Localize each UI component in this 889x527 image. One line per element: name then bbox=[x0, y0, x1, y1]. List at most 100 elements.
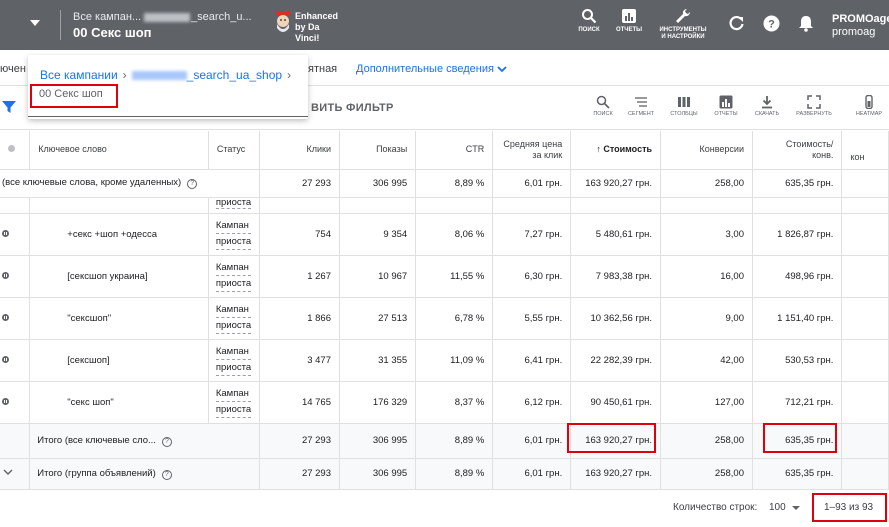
status-text[interactable]: Кампан bbox=[215, 260, 252, 276]
header-breadcrumb[interactable]: Все кампан... _search_u... bbox=[73, 11, 252, 23]
status-text[interactable]: приоста bbox=[215, 360, 252, 376]
status-text[interactable]: приоста bbox=[215, 402, 252, 418]
cell-avg-cpc: 7,27 грн. bbox=[492, 213, 572, 256]
tool-columns[interactable]: столбцы bbox=[667, 95, 701, 117]
tool-reports[interactable]: отчеты bbox=[711, 95, 741, 117]
total-all-label-text: (все ключевые слова, кроме удаленных) bbox=[2, 177, 182, 188]
expand-cell[interactable] bbox=[0, 458, 31, 490]
extension-name-line: Vinci! bbox=[295, 33, 320, 43]
cell-cost: 163 920,27 грн. bbox=[570, 458, 662, 490]
filter-funnel-icon[interactable] bbox=[2, 100, 16, 114]
cell-avg-cpc: 5,55 грн. bbox=[492, 297, 572, 340]
tool-heatmap[interactable]: heatmap bbox=[850, 95, 888, 117]
cell-conversions bbox=[660, 197, 753, 214]
col-header-cost-conv[interactable]: Стоимость/конв. bbox=[752, 131, 843, 170]
status-text[interactable]: Кампан bbox=[215, 302, 252, 318]
tool-expand[interactable]: развернуть bbox=[794, 95, 834, 117]
dropdown-caret-icon[interactable] bbox=[792, 506, 800, 510]
cell-cost-conv: 635,35 грн. bbox=[752, 169, 843, 198]
subnav-tab-fragment[interactable]: ятная bbox=[308, 63, 337, 75]
cell-clicks: 1 866 bbox=[259, 297, 340, 340]
more-details-toggle[interactable]: Дополнительные сведения bbox=[356, 63, 507, 75]
breadcrumb-campaign[interactable]: _search_ua_shop bbox=[187, 68, 282, 82]
cell-truncated bbox=[841, 213, 889, 256]
cell-conversions: 258,00 bbox=[660, 423, 753, 459]
paused-status-icon[interactable] bbox=[2, 313, 9, 321]
blurred-text bbox=[144, 12, 191, 22]
paused-status-icon[interactable] bbox=[2, 397, 9, 405]
col-header-avg-cpc[interactable]: Средняя цена за клик bbox=[492, 131, 572, 170]
col-header-ctr[interactable]: CTR bbox=[415, 131, 494, 170]
tool-segment[interactable]: сегмент bbox=[625, 95, 657, 117]
tool-download[interactable]: скачать bbox=[751, 95, 783, 117]
status-text[interactable]: Кампан bbox=[215, 218, 252, 234]
col-header-impressions[interactable]: Показы bbox=[339, 131, 417, 170]
header-breadcrumb-campaign[interactable]: _search_u... bbox=[191, 11, 252, 23]
col-header-truncated[interactable]: кон bbox=[841, 131, 889, 170]
col-header-cost[interactable]: ↑ Стоимость bbox=[570, 131, 662, 170]
cell-status-icon bbox=[0, 213, 31, 256]
paused-status-icon[interactable] bbox=[2, 271, 9, 279]
header-reports-button[interactable]: отчеты bbox=[613, 8, 645, 34]
account-menu-caret-icon[interactable] bbox=[30, 20, 40, 26]
status-text[interactable]: приоста bbox=[215, 276, 252, 292]
tool-download-label: скачать bbox=[754, 111, 780, 117]
col-header-status[interactable]: Статус bbox=[208, 131, 261, 170]
account-info[interactable]: PROMOagen promoag bbox=[832, 13, 889, 39]
cell-impressions: 306 995 bbox=[339, 423, 417, 459]
cell-ctr: 11,55 % bbox=[415, 255, 494, 298]
status-text[interactable]: приоста bbox=[215, 318, 252, 334]
table-row: [сексшоп] Кампан приоста 3 477 31 355 11,… bbox=[0, 339, 889, 382]
cell-keyword[interactable]: [сексшоп] bbox=[29, 339, 209, 382]
refresh-icon[interactable] bbox=[728, 15, 745, 32]
cell-keyword[interactable]: "сексшоп" bbox=[29, 297, 209, 340]
paused-status-icon[interactable] bbox=[2, 229, 9, 237]
chevron-down-icon bbox=[497, 65, 507, 72]
col-header-cost-label: Стоимость bbox=[603, 144, 653, 155]
rows-per-page-select[interactable]: 100 bbox=[769, 502, 786, 513]
status-text[interactable]: приоста bbox=[215, 234, 252, 250]
header-breadcrumb-campaigns[interactable]: Все кампан... bbox=[73, 11, 141, 23]
add-filter-button[interactable]: ВИТЬ ФИЛЬТР bbox=[311, 102, 394, 114]
cell-keyword[interactable]: +секс +шоп +одесса bbox=[29, 213, 209, 256]
cell-clicks: 14 765 bbox=[259, 381, 340, 424]
cell-status: Кампан приоста bbox=[208, 213, 261, 256]
tool-heatmap-label: heatmap bbox=[855, 111, 883, 117]
status-text[interactable]: Кампан bbox=[215, 344, 252, 360]
expand-icon bbox=[807, 95, 821, 109]
cell-truncated bbox=[841, 255, 889, 298]
davinci-logo-icon[interactable] bbox=[273, 10, 293, 34]
header-tools-button[interactable]: инструменты и настройки bbox=[656, 8, 710, 41]
notifications-bell-icon[interactable] bbox=[798, 15, 814, 32]
help-icon[interactable]: ? bbox=[161, 436, 172, 447]
cell-clicks: 27 293 bbox=[259, 458, 340, 490]
breadcrumb-all-campaigns[interactable]: Все кампании bbox=[40, 68, 118, 82]
cell-truncated bbox=[841, 339, 889, 382]
chevron-right-icon: › bbox=[287, 68, 292, 82]
header-search-label: поиск bbox=[578, 27, 600, 33]
cell-keyword[interactable] bbox=[29, 197, 209, 214]
columns-icon bbox=[678, 97, 690, 107]
cell-cost-conv: 498,96 грн. bbox=[752, 255, 843, 298]
col-header-cost-conv-line: Стоимость/ bbox=[785, 138, 834, 149]
subnav-tab-keywords[interactable]: ючен bbox=[0, 63, 26, 75]
cell-keyword[interactable]: [сексшоп украина] bbox=[29, 255, 209, 298]
chevron-right-icon: › bbox=[122, 68, 127, 82]
cell-status-icon bbox=[0, 197, 31, 214]
status-text[interactable]: приоста bbox=[215, 197, 252, 209]
top-header: Все кампан... _search_u... 00 Секс шоп En… bbox=[0, 0, 889, 50]
account-sub: promoag bbox=[832, 26, 876, 38]
tool-search[interactable]: поиск bbox=[590, 95, 616, 117]
status-dot-icon bbox=[8, 145, 15, 153]
cell-keyword[interactable]: "секс шоп" bbox=[29, 381, 209, 424]
status-text[interactable]: Кампан bbox=[215, 386, 252, 402]
col-header-conversions[interactable]: Конверсии bbox=[660, 131, 753, 170]
cell-clicks: 27 293 bbox=[259, 423, 340, 459]
help-icon[interactable]: ? bbox=[187, 179, 198, 189]
header-search-button[interactable]: поиск bbox=[575, 8, 603, 34]
col-header-clicks[interactable]: Клики bbox=[259, 131, 340, 170]
paused-status-icon[interactable] bbox=[2, 355, 9, 363]
help-icon[interactable]: ? bbox=[763, 15, 780, 32]
help-icon[interactable]: ? bbox=[161, 469, 172, 480]
col-header-keyword[interactable]: Ключевое слово bbox=[29, 131, 209, 170]
